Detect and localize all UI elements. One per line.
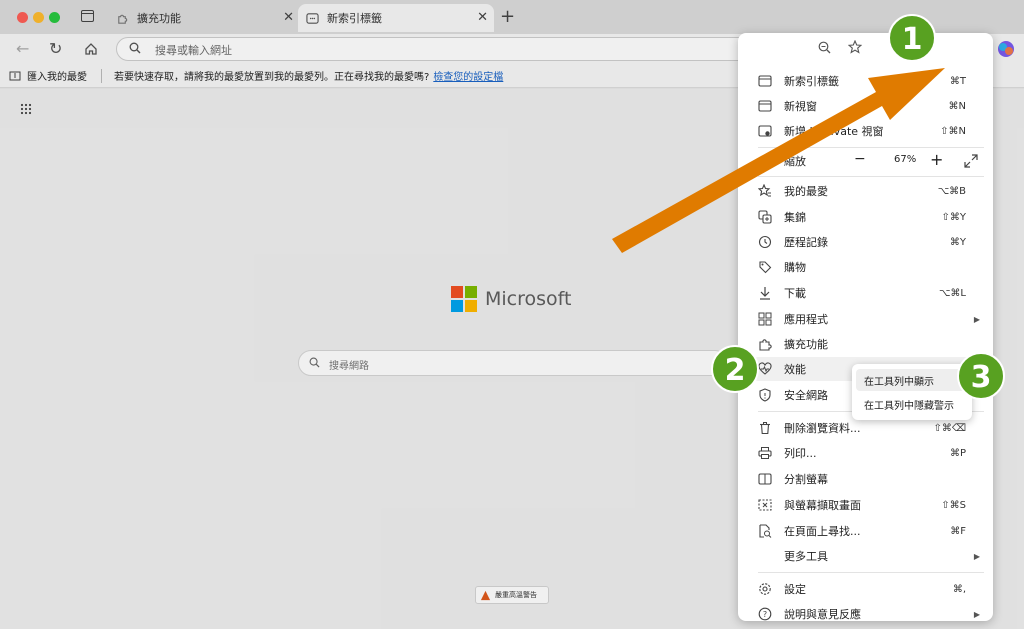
apps-icon <box>758 312 772 326</box>
menu-item-history[interactable]: 歷程記錄 ⌘Y <box>758 230 984 254</box>
step-badge-3: 3 <box>957 352 1005 400</box>
menu-item-label: 分割螢幕 <box>784 473 828 486</box>
download-icon <box>760 287 770 300</box>
menu-shortcut: ⇧⌘Y <box>941 211 967 223</box>
menu-shortcut: ⌘T <box>949 75 966 87</box>
menu-item-help-feedback[interactable]: ? 說明與意見反應 ▶ <box>758 602 984 626</box>
menu-top-strip <box>738 33 993 63</box>
menu-item-collections[interactable]: 集錦 ⇧⌘Y <box>758 205 984 229</box>
menu-item-label: 在頁面上尋找... <box>784 525 861 538</box>
menu-item-label: 購物 <box>784 261 806 274</box>
zoom-in-button[interactable]: + <box>930 150 943 169</box>
menu-item-print[interactable]: 列印... ⌘P <box>758 441 984 465</box>
menu-item-label: 新視窗 <box>784 100 817 113</box>
fullscreen-icon[interactable] <box>964 154 978 168</box>
menu-item-label: 我的最愛 <box>784 185 828 198</box>
submenu-arrow-icon: ▶ <box>973 609 980 619</box>
zoom-icon <box>758 154 772 168</box>
menu-item-label: 擴充功能 <box>784 338 828 351</box>
menu-item-label: 列印... <box>784 447 817 460</box>
help-icon: ? <box>758 607 772 621</box>
menu-item-screenshot[interactable]: 與螢幕擷取畫面 ⇧⌘S <box>758 493 984 517</box>
submenu-hide-alerts-in-toolbar[interactable]: 在工具列中隱藏警示 <box>856 393 968 415</box>
zoom-out-button[interactable]: − <box>854 151 866 167</box>
collections-icon <box>758 210 772 224</box>
menu-item-label: 效能 <box>784 363 806 376</box>
menu-item-new-tab[interactable]: 新索引標籤 ⌘T <box>758 69 984 93</box>
shopping-tag-icon <box>759 261 772 274</box>
menu-shortcut: ⌘F <box>950 525 966 537</box>
menu-shortcut: ⌘Y <box>949 236 966 248</box>
menu-item-label: 歷程記錄 <box>784 236 828 249</box>
zoom-level: 67% <box>894 154 917 165</box>
more-tools-spacer <box>758 549 772 563</box>
settings-menu: 新索引標籤 ⌘T 新視窗 ⌘N 新增 InPrivate 視窗 ⇧⌘N 縮放 −… <box>738 33 993 621</box>
step-badge-1: 1 <box>888 14 936 62</box>
menu-item-more-tools[interactable]: 更多工具 ▶ <box>758 544 984 568</box>
submenu-arrow-icon: ▶ <box>973 551 980 561</box>
menu-item-label: 安全網路 <box>784 389 828 402</box>
menu-item-label: 縮放 <box>784 155 806 168</box>
menu-item-find-on-page[interactable]: 在頁面上尋找... ⌘F <box>758 519 984 543</box>
menu-shortcut: ⇧⌘⌫ <box>933 422 966 434</box>
split-screen-icon <box>758 473 772 485</box>
inprivate-window-icon <box>758 125 772 137</box>
new-window-icon <box>758 100 772 112</box>
menu-shortcut: ⌘P <box>949 447 966 459</box>
menu-item-new-window[interactable]: 新視窗 ⌘N <box>758 94 984 118</box>
menu-item-label: 下載 <box>784 287 806 300</box>
menu-item-label: 集錦 <box>784 211 806 224</box>
menu-separator <box>758 147 984 148</box>
printer-icon <box>758 447 772 459</box>
menu-item-zoom: 縮放 − 67% + <box>758 149 984 173</box>
find-on-page-icon <box>759 524 772 538</box>
step-badge-2: 2 <box>711 345 759 393</box>
submenu-item-label: 在工具列中隱藏警示 <box>864 400 954 412</box>
gear-icon <box>759 583 771 595</box>
favorite-star-icon[interactable] <box>848 40 862 54</box>
svg-text:?: ? <box>763 610 767 619</box>
trash-icon <box>760 422 770 435</box>
history-icon <box>758 235 772 249</box>
performance-submenu: 在工具列中顯示 在工具列中隱藏警示 <box>852 364 972 420</box>
menu-separator <box>758 572 984 573</box>
menu-item-new-inprivate[interactable]: 新增 InPrivate 視窗 ⇧⌘N <box>758 119 984 143</box>
menu-item-settings[interactable]: 設定 ⌘, <box>758 577 984 601</box>
menu-shortcut: ⇧⌘N <box>940 125 966 137</box>
puzzle-icon <box>759 339 772 351</box>
screenshot-icon <box>758 499 772 511</box>
submenu-arrow-icon: ▶ <box>973 314 980 324</box>
menu-item-label: 新增 InPrivate 視窗 <box>784 125 884 138</box>
menu-item-downloads[interactable]: 下載 ⌥⌘L <box>758 281 984 305</box>
submenu-show-in-toolbar[interactable]: 在工具列中顯示 <box>856 369 968 391</box>
menu-item-label: 說明與意見反應 <box>784 608 861 621</box>
menu-separator <box>758 176 984 177</box>
menu-item-label: 應用程式 <box>784 313 828 326</box>
shield-icon <box>759 388 771 402</box>
heart-pulse-icon <box>758 362 772 375</box>
menu-shortcut: ⌘N <box>948 100 966 112</box>
favorites-icon <box>758 184 771 197</box>
zoom-out-icon[interactable] <box>818 41 831 54</box>
menu-shortcut: ⌥⌘L <box>938 287 966 299</box>
menu-item-label: 新索引標籤 <box>784 75 839 88</box>
menu-shortcut: ⌥⌘B <box>937 185 966 197</box>
menu-item-label: 設定 <box>784 583 806 596</box>
menu-shortcut: ⌘, <box>952 583 966 595</box>
menu-item-apps[interactable]: 應用程式 ▶ <box>758 307 984 331</box>
menu-item-extensions[interactable]: 擴充功能 <box>758 332 984 356</box>
new-tab-icon <box>758 75 772 87</box>
menu-item-split-screen[interactable]: 分割螢幕 <box>758 467 984 491</box>
submenu-item-label: 在工具列中顯示 <box>864 376 934 388</box>
menu-item-favorites[interactable]: 我的最愛 ⌥⌘B <box>758 179 984 203</box>
menu-item-label: 更多工具 <box>784 550 828 563</box>
menu-item-shopping[interactable]: 購物 <box>758 255 984 279</box>
menu-item-label: 刪除瀏覽資料... <box>784 422 861 435</box>
menu-item-label: 與螢幕擷取畫面 <box>784 499 861 512</box>
menu-shortcut: ⇧⌘S <box>941 499 966 511</box>
